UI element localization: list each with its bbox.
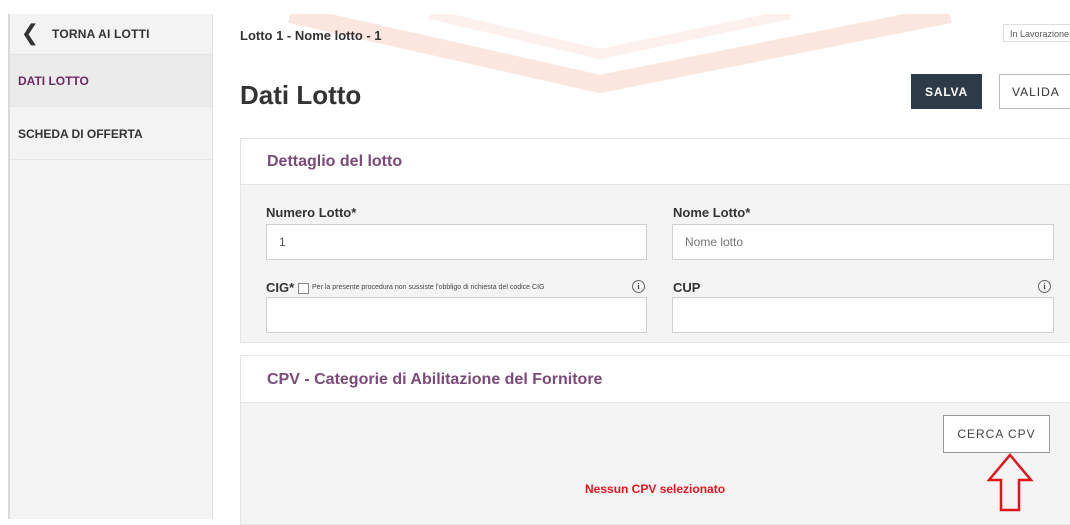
page-title: Dati Lotto [240,80,362,110]
detail-panel-title: Dettaglio del lotto [267,153,403,170]
chevron-left-icon: ❮ [20,21,40,46]
save-button[interactable]: SALVA [911,74,982,109]
sidebar-item-label: SCHEDA DI OFFERTA [18,126,143,141]
nome-lotto-label: Nome Lotto* [673,205,751,220]
cpv-panel-header: CPV - Categorie di Abilitazione del Forn… [241,356,1070,403]
cup-info-icon[interactable]: i [1038,280,1051,293]
back-to-lots-link[interactable]: ❮ TORNA AI LOTTI [10,14,212,55]
status-badge: In Lavorazione [1003,24,1070,42]
search-cpv-button[interactable]: CERCA CPV [943,415,1050,453]
no-cpv-message: Nessun CPV selezionato [585,482,726,496]
cig-label: CIG* [266,280,295,295]
cup-label: CUP [673,280,701,295]
cpv-panel-title: CPV - Categorie di Abilitazione del Forn… [267,371,603,388]
cup-input[interactable] [672,297,1054,333]
sidebar-item-dati-lotto[interactable]: DATI LOTTO [10,55,212,107]
back-label: TORNA AI LOTTI [52,27,150,41]
nome-lotto-input[interactable] [672,224,1054,260]
breadcrumb: Lotto 1 - Nome lotto - 1 [240,28,382,43]
sidebar-item-scheda-offerta[interactable]: SCHEDA DI OFFERTA [10,108,212,160]
sidebar: ❮ TORNA AI LOTTI DATI LOTTO SCHEDA DI OF… [10,14,213,519]
up-arrow-icon [986,453,1034,512]
cig-info-icon[interactable]: i [632,280,645,293]
detail-panel-header: Dettaglio del lotto [241,139,1070,185]
cig-input[interactable] [266,297,647,333]
cig-exempt-checkbox[interactable] [298,283,309,294]
validate-button[interactable]: VALIDA [999,74,1070,109]
cig-exempt-label: Per la presente procedura non sussiste l… [312,284,545,291]
numero-lotto-label: Numero Lotto* [266,205,357,220]
top-strip [0,0,1070,14]
numero-lotto-input[interactable] [266,224,647,260]
sidebar-item-label: DATI LOTTO [18,73,89,88]
